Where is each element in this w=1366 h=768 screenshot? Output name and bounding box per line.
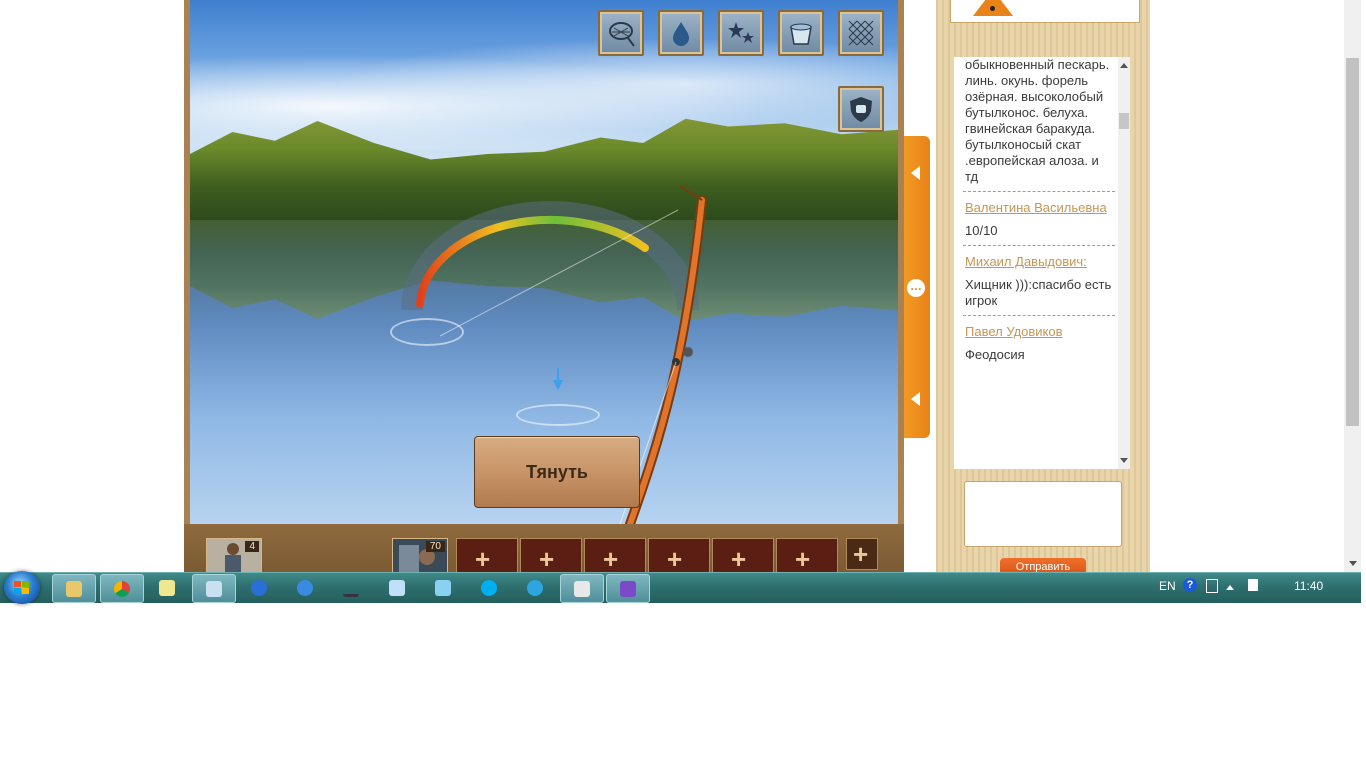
divider <box>963 191 1115 192</box>
power-icon[interactable] <box>1248 579 1258 591</box>
chat-message-text: Феодосия <box>965 347 1025 362</box>
water-drop-icon <box>673 22 689 46</box>
side-panel-toggle[interactable]: … <box>904 136 930 438</box>
landing-net-icon <box>609 22 635 47</box>
chat-author[interactable]: Павел Удовиков <box>965 324 1113 340</box>
chat-input[interactable] <box>964 481 1122 547</box>
skype-icon <box>481 579 497 596</box>
page-scrollbar[interactable] <box>1344 0 1361 575</box>
plus-icon: + <box>731 544 747 574</box>
help-icon[interactable]: ? <box>1183 578 1197 592</box>
shield-fist-icon <box>850 97 872 122</box>
taskbar-app-5[interactable] <box>422 574 464 601</box>
notepad-icon <box>159 579 175 596</box>
bucket-icon <box>790 23 812 45</box>
plus-icon: + <box>795 544 811 574</box>
unity-icon <box>574 580 590 597</box>
plus-icon: + <box>853 539 869 569</box>
taskbar-paint[interactable] <box>192 574 236 603</box>
inventory-bar: 4 70 + + + + + + + <box>184 524 904 580</box>
fishing-net-icon <box>848 20 874 46</box>
folder-icon <box>66 580 82 597</box>
chat-message-text: обыкновенный пескарь. линь. окунь. форел… <box>965 57 1110 184</box>
taskbar-skype[interactable] <box>468 574 510 601</box>
taskbar-app-3[interactable] <box>330 574 372 601</box>
language-indicator[interactable]: EN <box>1159 579 1176 593</box>
bait-count: 70 <box>425 541 445 552</box>
chat-scrollbar[interactable] <box>1118 57 1130 469</box>
chat-author[interactable]: Михаил Давыдович: <box>965 254 1113 270</box>
taskbar-app-1[interactable] <box>238 574 280 601</box>
fishing-scene[interactable]: Тянуть <box>190 0 898 524</box>
chat-message-text: Хищник ))):спасибо есть игрок <box>965 277 1112 308</box>
pull-button[interactable]: Тянуть <box>474 436 640 508</box>
taskbar-explorer[interactable] <box>52 574 96 603</box>
collapse-left-icon[interactable] <box>911 166 920 180</box>
chat-bubble-icon[interactable]: … <box>907 279 925 297</box>
stars-button[interactable] <box>718 10 764 56</box>
plus-icon: + <box>667 544 683 574</box>
game-frame: Тянуть <box>184 0 904 575</box>
scroll-thumb[interactable] <box>1119 113 1129 129</box>
divider <box>963 245 1115 246</box>
taskbar-telegram[interactable] <box>514 574 556 601</box>
taskbar-app-4[interactable] <box>376 574 418 601</box>
scroll-up-icon[interactable] <box>1120 63 1128 68</box>
collapse-left-icon[interactable] <box>911 392 920 406</box>
bucket-button[interactable] <box>778 10 824 56</box>
fishing-net-button[interactable] <box>838 10 884 56</box>
plus-icon: + <box>475 544 491 574</box>
fish-icon <box>343 578 359 597</box>
chat-author[interactable]: Валентина Васильевна <box>965 200 1113 216</box>
taskbar-chrome[interactable] <box>100 574 144 603</box>
show-hidden-icons[interactable] <box>1226 585 1234 590</box>
circle-app-icon <box>251 579 267 596</box>
divider <box>963 315 1115 316</box>
telegram-icon <box>527 579 543 596</box>
taskbar: EN ? 11:40 <box>0 571 1361 604</box>
paint-icon <box>206 580 222 597</box>
taskbar-notepad[interactable] <box>146 574 188 601</box>
chat-messages[interactable]: обыкновенный пескарь. линь. окунь. форел… <box>954 57 1130 469</box>
taskbar-visual-studio[interactable] <box>606 574 650 603</box>
circle-app-icon <box>297 579 313 596</box>
chat-message-text: 10/10 <box>965 223 998 238</box>
page-scroll-thumb[interactable] <box>1346 58 1359 426</box>
player-count: 4 <box>245 541 259 552</box>
clock[interactable]: 11:40 <box>1294 579 1323 593</box>
stars-icon <box>728 22 754 43</box>
protection-button[interactable] <box>838 86 884 132</box>
start-button[interactable] <box>4 571 40 604</box>
document-icon <box>389 579 405 596</box>
scroll-down-icon[interactable] <box>1120 458 1128 463</box>
landing-net-button[interactable] <box>598 10 644 56</box>
chat-panel: обыкновенный пескарь. линь. окунь. форел… <box>936 0 1150 575</box>
windows-logo-icon <box>14 581 29 594</box>
plus-icon: + <box>603 544 619 574</box>
network-icon[interactable] <box>1206 579 1218 593</box>
chrome-icon <box>114 580 130 597</box>
taskbar-app-2[interactable] <box>284 574 326 601</box>
plus-icon: + <box>539 544 555 574</box>
taskbar-unity[interactable] <box>560 574 604 603</box>
water-button[interactable] <box>658 10 704 56</box>
scroll-down-icon[interactable] <box>1349 561 1357 566</box>
monitor-icon <box>435 579 451 596</box>
visual-studio-icon <box>620 580 636 597</box>
add-slot-button[interactable]: + <box>846 538 878 570</box>
chat-notice <box>950 0 1140 23</box>
